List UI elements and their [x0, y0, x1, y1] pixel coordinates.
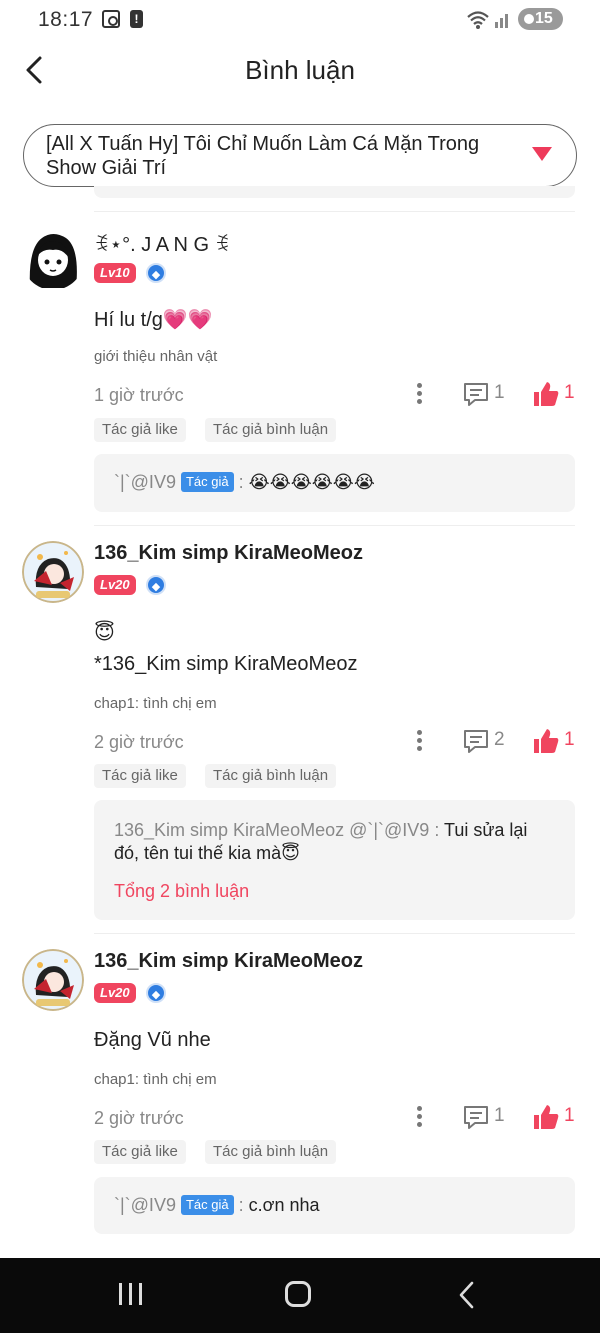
thumbs-up-icon — [534, 1105, 559, 1129]
avatar-image — [22, 949, 84, 1011]
battery-indicator: 15 — [518, 8, 563, 30]
page-title: Bình luận — [245, 55, 355, 85]
verified-badge-icon: ◆ — [146, 983, 166, 1003]
avatar[interactable] — [22, 949, 84, 1011]
comment-username[interactable]: 136_Kim simp KiraMeoMeoz — [94, 950, 363, 973]
author-like-tag: Tác giả like — [94, 1140, 186, 1164]
recent-apps-button[interactable] — [118, 1283, 144, 1305]
verified-badge-icon: ◆ — [146, 263, 166, 283]
reply-preview[interactable]: `|`@IV9 Tác giả : 😭😭😭😭😭😭 — [94, 454, 575, 512]
author-like-tag: Tác giả like — [94, 764, 186, 788]
reply-message: 😭😭😭😭😭😭 — [248, 472, 375, 492]
reply-message-cont: đó, tên tui thế kia mà😇 — [114, 843, 300, 863]
thumbs-up-icon — [534, 382, 559, 406]
chapter-dropdown[interactable]: [All X Tuấn Hy] Tôi Chỉ Muốn Làm Cá Mặn … — [23, 124, 577, 187]
author-comment-tag: Tác giả bình luận — [205, 1140, 337, 1164]
more-options-button[interactable] — [412, 381, 426, 407]
comment-chapter[interactable]: chap1: tình chị em — [94, 695, 217, 712]
reply-line: `|`@IV9 Tác giả : c.ơn nha — [114, 1195, 320, 1216]
avatar[interactable] — [22, 541, 84, 603]
comment-text: Đặng Vũ nhe — [94, 1029, 211, 1051]
reply-author: `|`@IV9 — [114, 472, 176, 492]
author-tag: Tác giả — [180, 472, 234, 492]
more-options-button[interactable] — [412, 728, 426, 754]
screenshot-icon — [102, 10, 120, 28]
thumbs-up-icon — [534, 729, 559, 753]
reply-preview[interactable]: `|`@IV9 Tác giả : c.ơn nha — [94, 1177, 575, 1234]
signal-icon — [495, 14, 508, 28]
reply-count: 2 — [494, 729, 505, 750]
author-comment-tag: Tác giả bình luận — [205, 418, 337, 442]
comment-icon — [464, 383, 488, 406]
reply-button[interactable]: 1 — [462, 1103, 505, 1131]
reply-button[interactable]: 1 — [462, 380, 505, 408]
level-badge: Lv20 — [94, 575, 136, 595]
reply-count: 1 — [494, 1105, 505, 1126]
comment-text-line: *136_Kim simp KiraMeoMeoz — [94, 653, 358, 675]
comment-text-line: 😇 — [94, 622, 115, 644]
status-time: 18:17 — [38, 8, 94, 31]
verified-badge-icon: ◆ — [146, 575, 166, 595]
previous-reply-card — [94, 186, 575, 198]
system-back-button[interactable] — [455, 1280, 479, 1310]
comment-chapter[interactable]: chap1: tình chị em — [94, 1071, 217, 1088]
dropdown-arrow-icon — [532, 147, 552, 161]
author-comment-tag: Tác giả bình luận — [205, 764, 337, 788]
avatar-image — [22, 228, 84, 290]
alert-icon: ! — [130, 10, 143, 28]
reply-separator: : — [238, 1195, 249, 1215]
system-navigation-bar — [0, 1258, 600, 1333]
author-tag: Tác giả — [180, 1195, 234, 1215]
level-badge: Lv20 — [94, 983, 136, 1003]
like-button[interactable]: 1 — [532, 727, 575, 755]
battery-saver-icon — [524, 14, 534, 24]
home-button[interactable] — [285, 1281, 311, 1307]
like-button[interactable]: 1 — [532, 1103, 575, 1131]
level-badge: Lv10 — [94, 263, 136, 283]
comment-time: 1 giờ trước — [94, 385, 184, 405]
reply-message: Tui sửa lại — [444, 820, 528, 840]
divider — [94, 525, 575, 526]
comment-username[interactable]: ꉂ⋆°. J A N G ꉂ — [94, 230, 230, 257]
like-count: 1 — [564, 729, 575, 750]
more-options-button[interactable] — [412, 1104, 426, 1130]
reply-line: `|`@IV9 Tác giả : 😭😭😭😭😭😭 — [114, 472, 375, 493]
reply-count: 1 — [494, 382, 505, 403]
status-bar: 18:17 ! 15 — [0, 0, 600, 40]
reply-author: `|`@IV9 — [114, 1195, 176, 1215]
comment-time: 2 giờ trước — [94, 1108, 184, 1128]
reply-preview[interactable]: 136_Kim simp KiraMeoMeoz @`|`@IV9 : Tui … — [94, 800, 575, 920]
like-count: 1 — [564, 1105, 575, 1126]
like-count: 1 — [564, 382, 575, 403]
reply-separator: : — [238, 472, 249, 492]
like-button[interactable]: 1 — [532, 380, 575, 408]
reply-button[interactable]: 2 — [462, 727, 505, 755]
comment-text: Hí lu t/g💗💗 — [94, 309, 213, 331]
reply-message: c.ơn nha — [248, 1195, 320, 1215]
author-like-tag: Tác giả like — [94, 418, 186, 442]
comment-chapter[interactable]: giới thiệu nhân vật — [94, 348, 217, 365]
battery-level: 15 — [535, 10, 553, 27]
avatar-image — [22, 541, 84, 603]
reply-prefix: 136_Kim simp KiraMeoMeoz @`|`@IV9 : — [114, 820, 444, 840]
wifi-icon — [467, 11, 489, 29]
comment-time: 2 giờ trước — [94, 732, 184, 752]
view-all-replies-link[interactable]: Tổng 2 bình luận — [114, 881, 249, 902]
chevron-left-icon — [459, 1281, 474, 1309]
avatar[interactable] — [22, 228, 84, 290]
divider — [94, 211, 575, 212]
comment-icon — [464, 1106, 488, 1129]
chapter-selected-value: [All X Tuấn Hy] Tôi Chỉ Muốn Làm Cá Mặn … — [46, 133, 480, 179]
comment-icon — [464, 730, 488, 753]
divider — [94, 933, 575, 934]
reply-line: 136_Kim simp KiraMeoMeoz @`|`@IV9 : Tui … — [114, 820, 527, 841]
comment-username[interactable]: 136_Kim simp KiraMeoMeoz — [94, 542, 363, 565]
